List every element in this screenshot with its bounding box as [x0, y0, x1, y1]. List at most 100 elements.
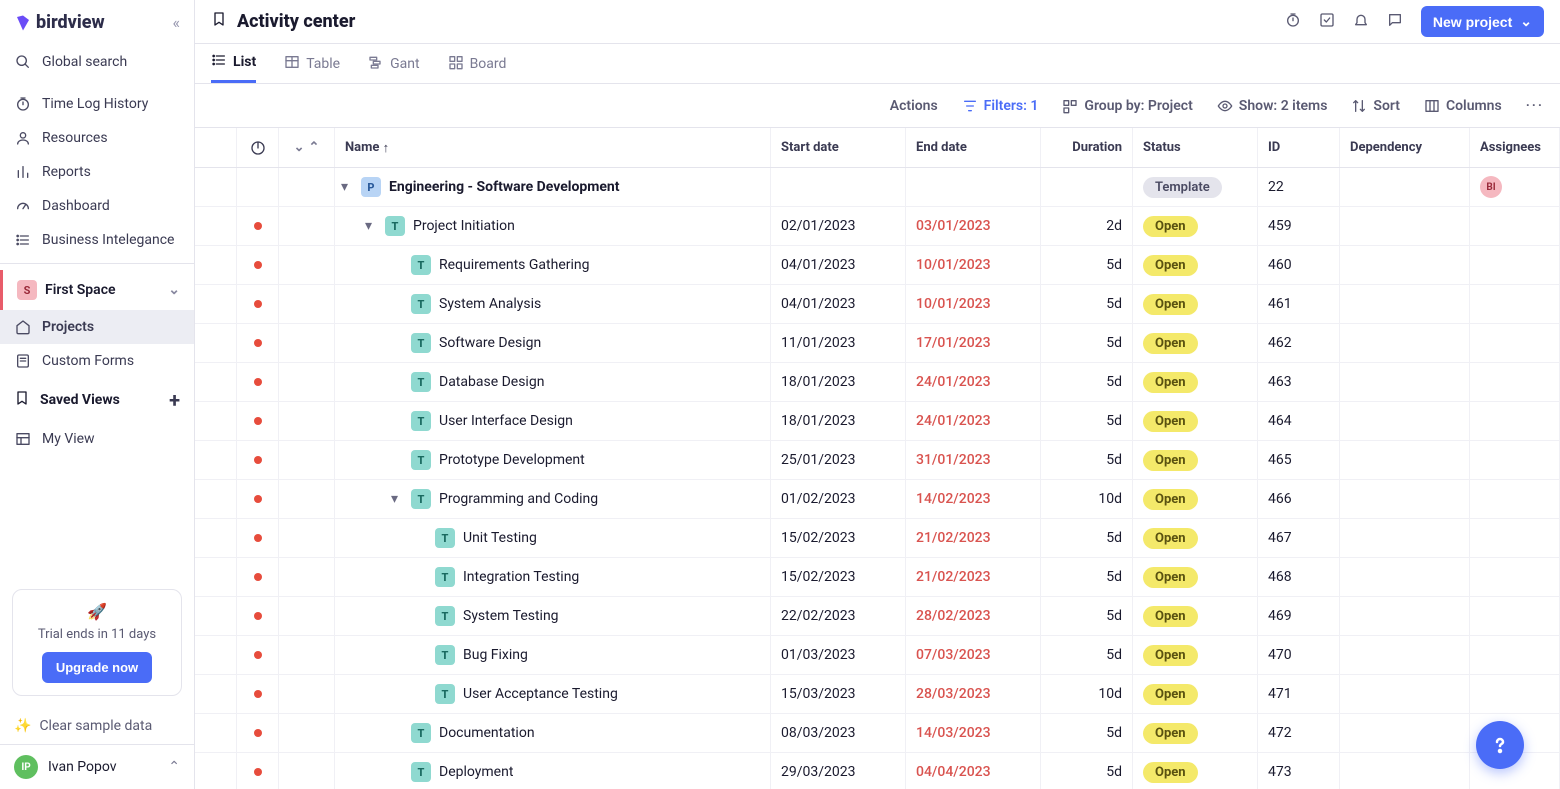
col-assignees[interactable]: Assignees: [1470, 128, 1560, 167]
cell-duration[interactable]: 5d: [1041, 636, 1133, 674]
assignee-avatar[interactable]: BI: [1480, 176, 1502, 198]
cell-name[interactable]: TUser Acceptance Testing: [335, 675, 771, 713]
cell-start[interactable]: 22/02/2023: [771, 597, 906, 635]
cell-name[interactable]: TIntegration Testing: [335, 558, 771, 596]
nav-gauge[interactable]: Dashboard: [0, 189, 194, 223]
cell-start[interactable]: 15/02/2023: [771, 519, 906, 557]
cell-end[interactable]: 21/02/2023: [906, 558, 1041, 596]
cell-priority[interactable]: [237, 285, 279, 323]
cell-name[interactable]: TDeployment: [335, 753, 771, 789]
cell-status[interactable]: Open: [1133, 558, 1258, 596]
cell-assignees[interactable]: [1470, 636, 1560, 674]
cell-name[interactable]: TPrototype Development: [335, 441, 771, 479]
cell-dependency[interactable]: [1340, 636, 1470, 674]
cell-start[interactable]: 25/01/2023: [771, 441, 906, 479]
space-nav-home[interactable]: Projects: [0, 310, 194, 344]
cell-assignees[interactable]: [1470, 207, 1560, 245]
table-row[interactable]: TDeployment 29/03/2023 04/04/2023 5d Ope…: [195, 753, 1560, 789]
group-by-button[interactable]: Group by: Project: [1062, 98, 1192, 114]
cell-priority[interactable]: [237, 363, 279, 401]
cell-end[interactable]: 28/02/2023: [906, 597, 1041, 635]
more-menu[interactable]: ···: [1526, 98, 1544, 114]
cell-priority[interactable]: [237, 597, 279, 635]
cell-name[interactable]: TSystem Testing: [335, 597, 771, 635]
cell-dependency[interactable]: [1340, 441, 1470, 479]
cell-duration[interactable]: 5d: [1041, 753, 1133, 789]
cell-start[interactable]: 18/01/2023: [771, 363, 906, 401]
cell-duration[interactable]: 5d: [1041, 363, 1133, 401]
tab-table[interactable]: Table: [284, 44, 340, 83]
cell-dependency[interactable]: [1340, 324, 1470, 362]
cell-assignees[interactable]: [1470, 675, 1560, 713]
cell-assignees[interactable]: [1470, 324, 1560, 362]
cell-name[interactable]: TUnit Testing: [335, 519, 771, 557]
cell-end[interactable]: 24/01/2023: [906, 402, 1041, 440]
cell-duration[interactable]: 5d: [1041, 714, 1133, 752]
col-name[interactable]: Name ↑: [335, 128, 771, 167]
cell-dependency[interactable]: [1340, 285, 1470, 323]
table-row[interactable]: TDocumentation 08/03/2023 14/03/2023 5d …: [195, 714, 1560, 753]
cell-assignees[interactable]: [1470, 246, 1560, 284]
cell-end[interactable]: 10/01/2023: [906, 285, 1041, 323]
nav-user[interactable]: Resources: [0, 121, 194, 155]
bell-icon[interactable]: [1353, 12, 1369, 32]
cell-priority[interactable]: [237, 753, 279, 789]
cell-dependency[interactable]: [1340, 519, 1470, 557]
cell-name[interactable]: TSoftware Design: [335, 324, 771, 362]
col-id[interactable]: ID: [1258, 128, 1340, 167]
filters-button[interactable]: Filters: 1: [962, 98, 1039, 114]
cell-status[interactable]: Open: [1133, 363, 1258, 401]
cell-status[interactable]: Open: [1133, 753, 1258, 789]
cell-assignees[interactable]: [1470, 285, 1560, 323]
col-duration[interactable]: Duration: [1041, 128, 1133, 167]
cell-priority[interactable]: [237, 636, 279, 674]
cell-status[interactable]: Open: [1133, 246, 1258, 284]
cell-duration[interactable]: 5d: [1041, 441, 1133, 479]
cell-priority[interactable]: [237, 402, 279, 440]
cell-duration[interactable]: 5d: [1041, 246, 1133, 284]
cell-status[interactable]: Open: [1133, 636, 1258, 674]
cell-dependency[interactable]: [1340, 597, 1470, 635]
table-row[interactable]: TDatabase Design 18/01/2023 24/01/2023 5…: [195, 363, 1560, 402]
cell-name[interactable]: TUser Interface Design: [335, 402, 771, 440]
nav-stopwatch[interactable]: Time Log History: [0, 87, 194, 121]
cell-start[interactable]: 04/01/2023: [771, 246, 906, 284]
cell-status[interactable]: Open: [1133, 714, 1258, 752]
cell-start[interactable]: 01/03/2023: [771, 636, 906, 674]
cell-dependency[interactable]: [1340, 207, 1470, 245]
cell-end[interactable]: [906, 168, 1041, 206]
cell-start[interactable]: 01/02/2023: [771, 480, 906, 518]
col-dependency[interactable]: Dependency: [1340, 128, 1470, 167]
cell-dependency[interactable]: [1340, 402, 1470, 440]
table-row[interactable]: TRequirements Gathering 04/01/2023 10/01…: [195, 246, 1560, 285]
cell-priority[interactable]: [237, 168, 279, 206]
col-power[interactable]: [237, 128, 279, 167]
cell-name[interactable]: TDocumentation: [335, 714, 771, 752]
cell-end[interactable]: 21/02/2023: [906, 519, 1041, 557]
cell-end[interactable]: 10/01/2023: [906, 246, 1041, 284]
cell-dependency[interactable]: [1340, 246, 1470, 284]
table-row[interactable]: TUser Interface Design 18/01/2023 24/01/…: [195, 402, 1560, 441]
collapse-icon[interactable]: «: [172, 13, 180, 32]
tab-list[interactable]: List: [211, 44, 256, 83]
cell-assignees[interactable]: BI: [1470, 168, 1560, 206]
cell-dependency[interactable]: [1340, 168, 1470, 206]
cell-priority[interactable]: [237, 480, 279, 518]
cell-duration[interactable]: 10d: [1041, 480, 1133, 518]
cell-end[interactable]: 31/01/2023: [906, 441, 1041, 479]
cell-priority[interactable]: [237, 207, 279, 245]
cell-name[interactable]: ▾TProject Initiation: [335, 207, 771, 245]
cell-end[interactable]: 17/01/2023: [906, 324, 1041, 362]
cell-priority[interactable]: [237, 441, 279, 479]
table-row[interactable]: TBug Fixing 01/03/2023 07/03/2023 5d Ope…: [195, 636, 1560, 675]
cell-end[interactable]: 07/03/2023: [906, 636, 1041, 674]
cell-duration[interactable]: [1041, 168, 1133, 206]
col-expand[interactable]: ⌄ ⌃: [279, 128, 335, 167]
caret-down-icon[interactable]: ▾: [365, 218, 377, 234]
cell-name[interactable]: ▾TProgramming and Coding: [335, 480, 771, 518]
cell-duration[interactable]: 5d: [1041, 324, 1133, 362]
help-button[interactable]: [1476, 721, 1524, 769]
cell-duration[interactable]: 5d: [1041, 285, 1133, 323]
table-row[interactable]: TUser Acceptance Testing 15/03/2023 28/0…: [195, 675, 1560, 714]
cell-assignees[interactable]: [1470, 363, 1560, 401]
